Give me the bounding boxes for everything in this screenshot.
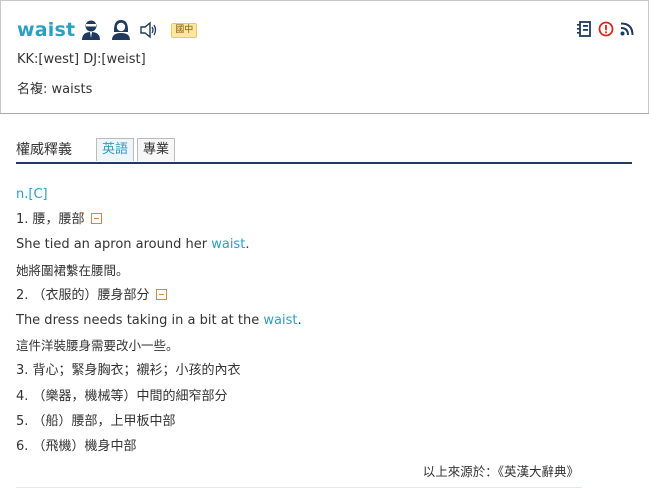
- sense-4: 4. （樂器，機械等）中間的細窄部分: [16, 388, 228, 404]
- sense-1: 1. 腰，腰部: [16, 211, 302, 236]
- tab-english[interactable]: 英語: [96, 138, 135, 161]
- headword-row: waist 國中: [17, 19, 198, 41]
- definition-tabs: 權威釋義 英語 專業: [16, 136, 632, 164]
- example-en-1: She tied an apron around her waist.: [16, 236, 302, 261]
- source-attribution: 以上來源於：《英漢大辭典》: [422, 464, 579, 479]
- collapse-icon[interactable]: [90, 213, 102, 225]
- sense-label: 1. 腰，腰部: [16, 212, 85, 228]
- report-icon[interactable]: [598, 21, 614, 37]
- sense-label: 2. （衣服的）腰身部分: [16, 287, 150, 303]
- example-punct: .: [297, 312, 302, 328]
- female-voice-icon[interactable]: [111, 19, 131, 41]
- speaker-icon[interactable]: [139, 21, 157, 39]
- example-en-2: The dress needs taking in a bit at the w…: [16, 312, 302, 337]
- level-badge: 國中: [171, 22, 198, 38]
- definition-content: n.[C] 1. 腰，腰部 She tied an apron around h…: [16, 186, 302, 463]
- plural-form: 名複: waists: [17, 82, 93, 97]
- word-header-card: waist 國中 KK:[west] DJ:[weist] 名複: waists: [0, 0, 649, 114]
- sense-2: 2. （衣服的）腰身部分: [16, 287, 302, 312]
- sense-6: 6. （飛機）機身中部: [16, 438, 137, 454]
- example-zh-2: 這件洋裝腰身需要改小一些。: [16, 338, 179, 354]
- sense-5: 5. （船）腰部，上甲板中部: [16, 413, 176, 429]
- dictionary-page: waist 國中 KK:[west] DJ:[weist] 名複: waists…: [0, 0, 649, 492]
- example-zh-1: 她將圍裙繫在腰間。: [16, 262, 129, 278]
- section-divider: [0, 113, 649, 114]
- example-text: The dress needs taking in a bit at the: [16, 312, 264, 328]
- male-voice-icon[interactable]: [81, 19, 101, 41]
- part-of-speech: n.[C]: [16, 187, 48, 202]
- sense-3: 3. 背心；緊身胸衣；襯衫；小孩的內衣: [16, 363, 241, 379]
- headword: waist: [17, 19, 76, 41]
- section-title: 權威釋義: [16, 142, 72, 158]
- example-punct: .: [245, 237, 250, 253]
- tool-icons: [576, 21, 634, 37]
- rss-icon[interactable]: [620, 22, 634, 36]
- wordbook-icon[interactable]: [576, 21, 592, 37]
- bottom-divider: [16, 487, 582, 488]
- collapse-icon[interactable]: [155, 288, 167, 300]
- tab-professional[interactable]: 專業: [137, 138, 176, 161]
- highlighted-keyword[interactable]: waist: [263, 313, 297, 328]
- highlighted-keyword[interactable]: waist: [211, 237, 245, 252]
- example-text: She tied an apron around her: [16, 237, 212, 253]
- pronunciation-text: KK:[west] DJ:[weist]: [17, 52, 146, 67]
